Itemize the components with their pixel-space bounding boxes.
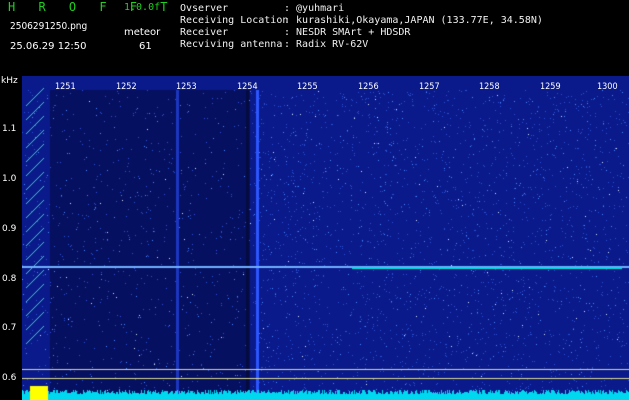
info-value-antenna: : Radix RV-62V	[284, 39, 369, 50]
meteor-count: 61	[139, 41, 152, 52]
x-tick: 1258	[479, 82, 500, 92]
app-version: 1.0.0f	[124, 2, 161, 13]
x-tick: 1254	[237, 82, 258, 92]
y-axis-unit: kHz	[1, 76, 18, 86]
x-tick: 1259	[540, 82, 561, 92]
info-key-antenna: Recviving antenna	[180, 39, 283, 50]
x-tick: 1257	[419, 82, 440, 92]
info-value-observer: : @yuhmari	[284, 3, 345, 14]
header-panel: H R O F F T 1.0.0f 2506291250.png 25.06.…	[0, 0, 629, 76]
x-tick: 1253	[176, 82, 197, 92]
info-key-receiver: Receiver	[180, 27, 229, 38]
info-key-location: Receiving Location	[180, 15, 289, 26]
info-value-location: : kurashiki,Okayama,JAPAN (133.77E, 34.5…	[284, 15, 543, 26]
x-tick: 1252	[116, 82, 137, 92]
y-tick: 0.9	[2, 224, 17, 234]
y-tick: 0.6	[2, 373, 17, 383]
info-key-observer: Ovserver	[180, 3, 229, 14]
x-tick: 1256	[358, 82, 379, 92]
x-tick: 1251	[55, 82, 76, 92]
waterfall-canvas	[22, 76, 629, 400]
y-tick: 0.8	[2, 274, 17, 284]
info-value-receiver: : NESDR SMArt + HDSDR	[284, 27, 411, 38]
x-tick: 1300	[597, 82, 618, 92]
y-tick: 1.1	[2, 124, 17, 134]
x-tick: 1255	[297, 82, 318, 92]
spectrogram-panel: kHz 1.1 1.0 0.9 0.8 0.7 0.6 1251 1252 12…	[0, 76, 629, 400]
y-tick: 1.0	[2, 174, 17, 184]
capture-datetime: 25.06.29 12:50	[10, 41, 87, 52]
meteor-label: meteor	[124, 27, 161, 38]
file-name: 2506291250.png	[10, 21, 88, 32]
y-tick: 0.7	[2, 323, 17, 333]
